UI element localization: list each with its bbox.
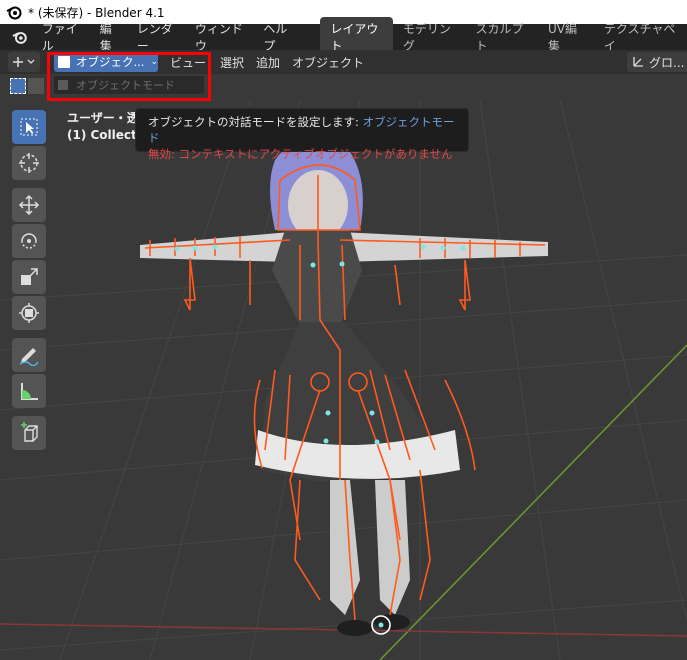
tool-rotate[interactable] xyxy=(12,224,46,258)
tool-scale[interactable] xyxy=(12,260,46,294)
menu-file[interactable]: ファイル xyxy=(34,20,92,54)
tool-cursor[interactable] xyxy=(12,146,46,180)
character-model xyxy=(140,137,548,636)
viewport-collection-label: (1) Collection xyxy=(67,128,135,142)
menu-render[interactable]: レンダー xyxy=(129,20,187,54)
tooltip-error: 無効: コンテキストにアクティブオブジェクトがありません xyxy=(148,147,453,161)
menu-add[interactable]: 追加 xyxy=(256,54,280,71)
tool-annotate[interactable] xyxy=(12,338,46,372)
crosshair-icon xyxy=(19,153,39,173)
transform-icon xyxy=(19,303,39,323)
selection-mode-buttons[interactable] xyxy=(10,78,48,96)
menu-edit[interactable]: 編集 xyxy=(92,20,129,54)
transform-orientation-label: グロ... xyxy=(649,55,685,70)
tool-shelf xyxy=(9,110,49,452)
tool-measure[interactable] xyxy=(12,374,46,408)
add-cube-icon xyxy=(21,422,38,442)
tool-select-box[interactable] xyxy=(12,110,46,144)
cursor-arrow-icon xyxy=(20,118,38,136)
blender-window: * (未保存) - Blender 4.1 ファイル 編集 レンダー ウィンドウ… xyxy=(0,0,687,660)
editor-type-button[interactable] xyxy=(8,52,40,72)
viewport-view-name: ユーザー・透 xyxy=(67,111,139,125)
orientation-icon xyxy=(633,57,643,67)
transform-orientation-selector[interactable]: グロ... xyxy=(627,52,687,72)
tooltip-line-1: オブジェクトの対話モードを設定します: オブジェクトモード xyxy=(148,114,456,146)
tooltip-description: オブジェクトの対話モードを設定します: xyxy=(148,115,363,129)
blender-logo-icon xyxy=(6,6,22,20)
window-title: * (未保存) - Blender 4.1 xyxy=(28,5,165,20)
pencil-icon xyxy=(19,348,39,366)
tooltip: オブジェクトの対話モードを設定します: オブジェクトモード 無効: コンテキスト… xyxy=(135,108,469,161)
y-axis-line xyxy=(379,344,687,660)
select-extend-mode-icon[interactable] xyxy=(28,78,44,94)
tool-move[interactable] xyxy=(12,188,46,222)
rotate-icon xyxy=(21,233,37,249)
menu-select[interactable]: 選択 xyxy=(220,54,244,71)
highlight-annotation-box xyxy=(47,52,211,101)
tool-add-cube[interactable] xyxy=(12,416,46,450)
move-arrows-icon xyxy=(18,194,40,216)
tool-transform[interactable] xyxy=(12,296,46,330)
top-menu-bar: ファイル 編集 レンダー ウィンドウ ヘルプ レイアウト モデリング スカルプト… xyxy=(0,17,687,57)
menu-object[interactable]: オブジェクト xyxy=(292,54,364,71)
menu-window[interactable]: ウィンドウ xyxy=(187,20,256,54)
scale-icon xyxy=(21,268,38,285)
menu-help[interactable]: ヘルプ xyxy=(255,20,303,54)
blender-menu-icon[interactable] xyxy=(12,29,28,45)
select-box-mode-icon[interactable] xyxy=(10,78,26,94)
ruler-icon xyxy=(21,383,38,400)
transform-gizmo-icon xyxy=(13,57,35,67)
